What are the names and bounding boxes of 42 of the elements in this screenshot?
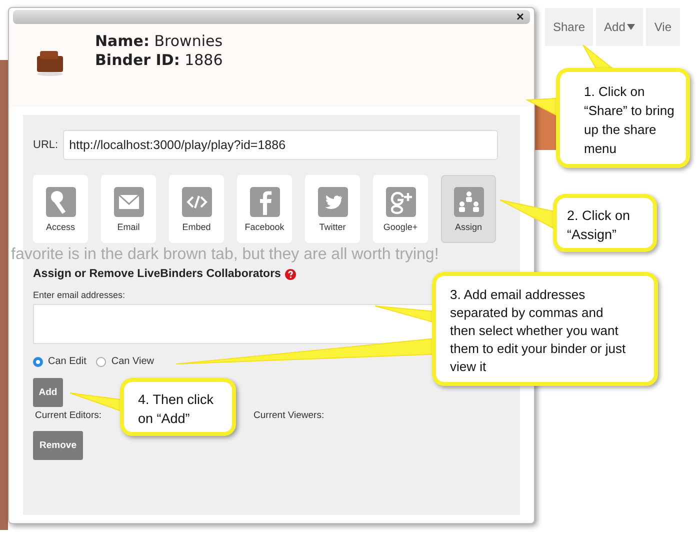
share-option-tile[interactable]: Twitter — [305, 175, 360, 243]
nav-button[interactable]: Add — [596, 8, 644, 46]
callout-note: 1. Click on “Share” to bring up the share menu — [556, 68, 690, 168]
role-radio[interactable]: Can View — [96, 356, 154, 367]
callout-note: 4. Then click on “Add” — [120, 378, 236, 436]
share-option-tile[interactable]: Access — [33, 175, 88, 243]
radio-label: Can Edit — [48, 356, 86, 367]
nav-button[interactable]: Vie — [646, 8, 680, 46]
code-icon — [182, 186, 212, 216]
role-radio[interactable]: Can Edit — [33, 356, 86, 367]
binder-id: Binder ID: 1886 — [95, 51, 223, 70]
add-button[interactable]: Add — [33, 378, 63, 407]
background-page-text: favorite is in the dark brown tab, but they are all worth trying! — [11, 246, 439, 264]
people-icon — [454, 186, 484, 216]
radio-label: Can View — [111, 356, 154, 367]
share-option-tile[interactable]: Assign — [441, 175, 496, 243]
share-option-tile[interactable]: Email — [101, 175, 156, 243]
share-option-tile[interactable]: Google+ — [373, 175, 428, 243]
share-option-tile[interactable]: Facebook — [237, 175, 292, 243]
bird-icon — [318, 186, 348, 216]
facebook-icon — [250, 186, 280, 216]
binder-name: Name: Brownies — [95, 32, 223, 51]
email-label: Enter email addresses: — [33, 290, 126, 300]
brownie-thumbnail — [35, 48, 65, 76]
caret-icon — [627, 24, 636, 30]
radio-button[interactable] — [96, 356, 106, 366]
current-editors-label: Current Editors: — [35, 410, 102, 421]
url-label: URL: — [33, 139, 58, 151]
google-plus-icon — [386, 186, 416, 216]
remove-button[interactable]: Remove — [33, 431, 83, 460]
close-button[interactable]: × — [510, 10, 530, 24]
key-icon — [46, 186, 76, 216]
nav-button[interactable]: Share — [545, 8, 594, 46]
url-field[interactable]: http://localhost:3000/play/play?id=1886 — [63, 130, 498, 160]
radio-button[interactable] — [33, 356, 43, 366]
section-title: Assign or Remove LiveBinders Collaborators — [33, 268, 281, 280]
callout-note: 3. Add email addresses separated by commas and then select whether you want them to edit your binder or just view it — [432, 272, 658, 386]
help-icon[interactable] — [284, 268, 296, 280]
callout-note: 2. Click on “Assign” — [553, 194, 657, 252]
current-viewers-label: Current Viewers: — [254, 410, 324, 421]
envelope-icon — [114, 186, 144, 216]
share-option-tile[interactable]: Embed — [169, 175, 224, 243]
